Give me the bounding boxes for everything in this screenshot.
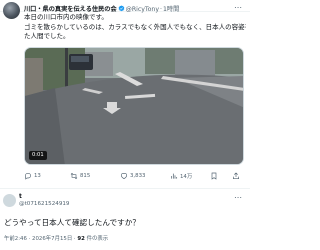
video-player[interactable]: 0:01 [24, 47, 244, 165]
author-avatar[interactable] [3, 2, 20, 19]
retweet-button[interactable]: 815 [70, 170, 90, 182]
video-duration: 0:01 [29, 151, 47, 160]
reply-more-options-icon[interactable]: ⋯ [232, 193, 244, 203]
reply-avatar[interactable] [3, 194, 16, 207]
reply-views-count: 92 [77, 236, 85, 242]
heart-icon [120, 172, 128, 180]
like-button[interactable]: 3,833 [120, 170, 145, 182]
retweet-icon [70, 172, 78, 180]
tweet-text-line: 本日の川口市内の映像です。 [24, 13, 108, 21]
reply-tweet[interactable]: t @t071621524919 ⋯ どうやって日本人て確認したんですか？ 午前… [0, 190, 250, 250]
more-options-icon[interactable]: ⋯ [232, 3, 244, 13]
like-count: 3,833 [130, 173, 146, 179]
reply-count: 13 [34, 173, 41, 179]
retweet-count: 815 [80, 173, 91, 179]
tweet-divider [0, 188, 250, 189]
reply-views-label: 件の表示 [86, 236, 109, 242]
reply-text: どうやって日本人て確認したんですか？ [4, 218, 140, 227]
dot-separator: · [160, 6, 162, 13]
author-name[interactable]: 川口・県の真実を伝える住民の会 [24, 6, 117, 13]
reply-timestamp[interactable]: 午前2:46 · 2026年7月15日 · [4, 236, 76, 242]
reply-icon [24, 172, 32, 180]
reply-meta: 午前2:46 · 2026年7月15日 · 92 件の表示 [4, 235, 108, 244]
verified-badge-icon [118, 5, 124, 12]
bookmark-icon [211, 172, 217, 180]
video-frame [25, 48, 243, 164]
share-icon [233, 172, 239, 179]
share-button[interactable] [232, 170, 240, 182]
tweet-text-line: た人間でした。 [24, 32, 70, 40]
reply-author-handle[interactable]: @t071621524919 [19, 200, 70, 209]
views-button[interactable]: 14万 [170, 170, 192, 182]
reply-button[interactable]: 13 [24, 170, 41, 182]
views-count: 14万 [180, 174, 193, 180]
bookmark-button[interactable] [210, 170, 218, 182]
tweet-text-line: ゴミを散らかしているのは、カラスでもなく外国人でもなく、日本人の容姿をし [24, 22, 246, 31]
tweet-actions: 13 815 3,833 14万 [24, 170, 246, 182]
views-chart-icon [171, 173, 178, 179]
tweet-time[interactable]: 1時間 [163, 6, 179, 13]
author-handle[interactable]: @RicyTony [126, 6, 159, 13]
tweet-text: 本日の川口市内の映像です。 ゴミを散らかしているのは、カラスでもなく外国人でもな… [24, 13, 246, 42]
